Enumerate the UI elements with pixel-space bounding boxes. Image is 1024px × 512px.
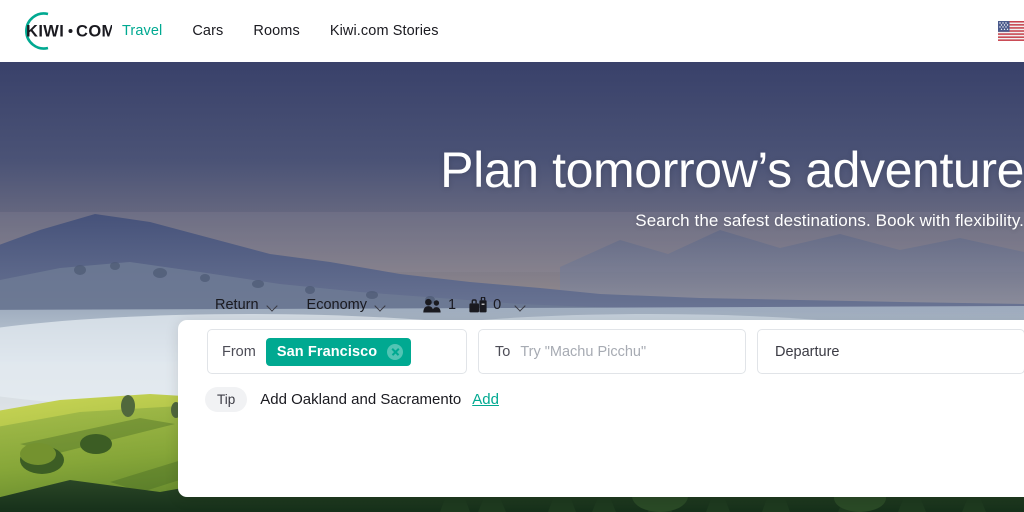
svg-text:COM: COM [76, 23, 112, 41]
kiwi-com-homepage: KIWI COM Travel Cars Rooms Kiwi.com Stor… [0, 0, 1024, 512]
departure-field[interactable]: Departure [757, 329, 1024, 374]
us-flag-icon[interactable] [998, 21, 1024, 41]
trip-type-label: Return [215, 297, 259, 313]
to-label: To [495, 343, 511, 360]
main-navigation: Travel Cars Rooms Kiwi.com Stories [122, 0, 455, 62]
bags-count: 0 [493, 297, 502, 313]
tip-add-link[interactable]: Add [472, 391, 499, 408]
cabin-class-label: Economy [306, 297, 367, 313]
cabin-class-selector[interactable]: Economy [307, 297, 387, 313]
close-circle-icon[interactable] [387, 343, 404, 360]
search-options-row: Return Economy 1 0 [215, 293, 527, 317]
from-label: From [222, 343, 256, 360]
passengers-bags-selector[interactable]: 1 0 [423, 296, 527, 313]
from-location-name: San Francisco [276, 343, 378, 360]
nav-item-cars[interactable]: Cars [192, 23, 239, 39]
hero-text-block: Plan tomorrow’s adventure Search the saf… [0, 144, 1024, 231]
passengers-icon [423, 298, 442, 313]
hero-title: Plan tomorrow’s adventure [440, 142, 1024, 198]
trip-type-selector[interactable]: Return [215, 297, 279, 313]
to-placeholder: Try "Machu Picchu" [520, 343, 647, 360]
site-header: KIWI COM Travel Cars Rooms Kiwi.com Stor… [0, 0, 1024, 62]
tip-text: Add Oakland and Sacramento [260, 391, 462, 408]
nav-item-travel[interactable]: Travel [122, 23, 178, 39]
chevron-down-icon [268, 302, 279, 309]
hero-subtitle: Search the safest destinations. Book wit… [635, 211, 1024, 230]
bag-icon [469, 296, 487, 313]
hero-section: Plan tomorrow’s adventure Search the saf… [0, 62, 1024, 512]
from-location-tag[interactable]: San Francisco [265, 337, 412, 366]
departure-label: Departure [775, 343, 840, 360]
chevron-down-icon [516, 302, 527, 309]
svg-text:KIWI: KIWI [26, 23, 64, 41]
nav-item-rooms[interactable]: Rooms [253, 23, 315, 39]
passengers-count: 1 [447, 297, 457, 313]
chevron-down-icon [376, 302, 387, 309]
nav-item-kiwi-com-stories[interactable]: Kiwi.com Stories [330, 23, 455, 39]
to-field[interactable]: To Try "Machu Picchu" [478, 329, 746, 374]
tip-badge: Tip [205, 387, 248, 412]
from-field[interactable]: From San Francisco [207, 329, 467, 374]
search-fields-row: From San Francisco To Try "Machu Picchu"… [207, 329, 1024, 374]
kiwi-com-logo[interactable]: KIWI COM [8, 7, 112, 55]
tip-row: Tip Add Oakland and Sacramento Add [205, 387, 499, 412]
